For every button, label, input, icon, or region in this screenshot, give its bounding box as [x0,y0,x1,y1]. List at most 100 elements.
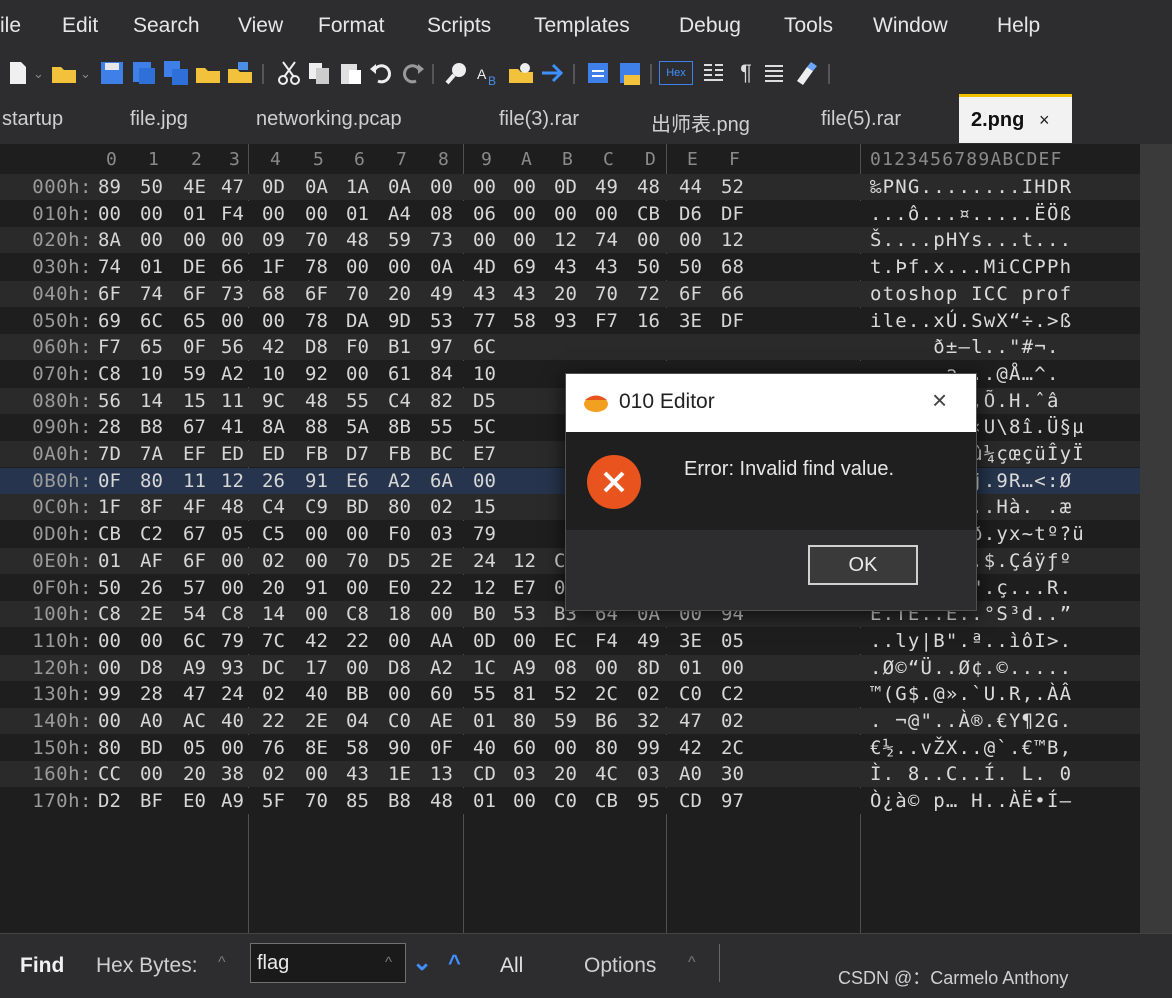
hex-byte[interactable]: 10 [473,363,496,385]
hex-byte[interactable]: A9 [221,790,244,812]
hex-byte[interactable]: 1F [262,256,285,278]
hex-byte[interactable]: C0 [554,790,577,812]
hex-byte[interactable]: 54 [183,603,206,625]
hex-byte[interactable]: D5 [473,390,496,412]
hex-byte[interactable]: 00 [513,790,536,812]
hex-byte[interactable]: 49 [430,283,453,305]
hex-byte[interactable]: 73 [221,283,244,305]
hex-byte[interactable]: B1 [388,336,411,358]
hex-byte[interactable]: 89 [98,176,121,198]
menu-templates[interactable]: Templates [534,14,630,38]
hex-byte[interactable]: 06 [473,203,496,225]
hex-byte[interactable]: 00 [140,229,163,251]
hex-byte[interactable]: 00 [305,523,328,545]
hex-byte[interactable]: 6F [183,283,206,305]
hex-byte[interactable]: 40 [221,710,244,732]
hex-byte[interactable]: C9 [305,496,328,518]
hex-byte[interactable]: 22 [346,630,369,652]
hex-byte[interactable]: 05 [183,737,206,759]
hex-byte[interactable]: CB [98,523,121,545]
hex-byte[interactable]: C8 [98,603,121,625]
hex-byte[interactable]: 00 [554,203,577,225]
ascii-text[interactable]: ...ô...¤.....ËÖß [870,203,1072,225]
hex-byte[interactable]: 2E [430,550,453,572]
hex-byte[interactable]: 00 [346,363,369,385]
hex-byte[interactable]: AC [183,710,206,732]
hex-row[interactable]: 020h: 8A 00 00 00 09 70 48 59 73 00 00 12 74 00 00 12 Š..… [0,227,1140,254]
hex-byte[interactable]: 1F [98,496,121,518]
hex-byte[interactable]: 05 [721,630,744,652]
hex-byte[interactable]: E7 [473,443,496,465]
hex-byte[interactable]: 84 [430,363,453,385]
hex-byte[interactable]: BD [346,496,369,518]
hex-byte[interactable]: D7 [346,443,369,465]
hex-byte[interactable]: 59 [388,229,411,251]
new-file-icon[interactable] [4,59,32,87]
hex-byte[interactable]: 00 [305,603,328,625]
hex-byte[interactable]: DE [183,256,206,278]
hex-byte[interactable]: 78 [305,256,328,278]
tab-close-icon[interactable]: × [1039,110,1050,131]
hex-byte[interactable]: 00 [473,229,496,251]
hex-byte[interactable]: F7 [595,310,618,332]
hex-byte[interactable]: 15 [183,390,206,412]
hex-byte[interactable]: 97 [721,790,744,812]
hex-byte[interactable]: 40 [473,737,496,759]
hex-byte[interactable]: 24 [473,550,496,572]
hex-byte[interactable]: 00 [637,229,660,251]
hex-byte[interactable]: D8 [140,657,163,679]
hex-byte[interactable]: 3E [679,310,702,332]
hex-row[interactable]: 110h: 00 00 6C 79 7C 42 22 00 AA 0D 00 EC F4 49 3E 05 ..l… [0,627,1140,654]
hex-byte[interactable]: BB [346,683,369,705]
workspace-icon[interactable] [226,59,254,87]
hex-byte[interactable]: 02 [262,763,285,785]
hex-byte[interactable]: 82 [430,390,453,412]
find-mode-select[interactable]: Hex Bytes: [96,954,198,978]
hex-byte[interactable]: 60 [430,683,453,705]
hex-byte[interactable]: 69 [98,310,121,332]
hex-byte[interactable]: 13 [430,763,453,785]
open-dropdown-icon[interactable]: ⌄ [80,66,91,82]
save-icon[interactable] [98,59,126,87]
hex-byte[interactable]: 00 [513,229,536,251]
hex-byte[interactable]: 00 [430,176,453,198]
ascii-text[interactable]: . ¬@"..À®.€Y¶2G. [870,710,1072,732]
tab-2-png[interactable]: 2.png × [959,94,1072,143]
cut-icon[interactable] [275,59,303,87]
hex-byte[interactable]: 0A [430,256,453,278]
hex-byte[interactable]: 20 [554,283,577,305]
hex-byte[interactable]: 17 [305,657,328,679]
copy-icon[interactable] [305,59,333,87]
hex-byte[interactable]: 00 [305,550,328,572]
hex-byte[interactable]: 20 [388,283,411,305]
hex-byte[interactable]: 74 [98,256,121,278]
ascii-text[interactable]: ..ly|B".ª..ìôI>. [870,630,1072,652]
hex-byte[interactable]: A4 [388,203,411,225]
hex-byte[interactable]: 0D [554,176,577,198]
hex-byte[interactable]: 00 [388,256,411,278]
hex-byte[interactable]: C4 [388,390,411,412]
hex-byte[interactable]: 26 [262,470,285,492]
hex-byte[interactable]: 00 [721,657,744,679]
hex-byte[interactable]: 0F [430,737,453,759]
hex-byte[interactable]: 00 [513,176,536,198]
hex-row[interactable]: 120h: 00 D8 A9 93 DC 17 00 D8 A2 1C A9 08 00 8D 01 00 .Ø©… [0,654,1140,681]
menu-file[interactable]: ile [0,14,21,38]
menu-search[interactable]: Search [133,14,200,38]
hex-row[interactable]: 170h: D2 BF E0 A9 5F 70 85 B8 48 01 00 C0 CB 95 CD 97 Ò¿à… [0,788,1140,815]
new-dropdown-icon[interactable]: ⌄ [33,66,44,82]
hex-byte[interactable]: 00 [221,229,244,251]
hex-byte[interactable]: 02 [721,710,744,732]
hex-byte[interactable]: 67 [183,523,206,545]
hex-byte[interactable]: 8F [140,496,163,518]
hex-byte[interactable]: 8D [637,657,660,679]
find-history-caret-icon[interactable]: ^ [385,954,392,971]
hex-byte[interactable]: 2E [140,603,163,625]
ascii-text[interactable]: Ò¿à© p… H..ÀË•Í— [870,790,1072,812]
hex-byte[interactable]: 00 [98,203,121,225]
hex-byte[interactable]: 7A [140,443,163,465]
menu-edit[interactable]: Edit [62,14,98,38]
hex-byte[interactable]: 00 [221,577,244,599]
hex-byte[interactable]: 43 [346,763,369,785]
hex-byte[interactable]: 5F [262,790,285,812]
